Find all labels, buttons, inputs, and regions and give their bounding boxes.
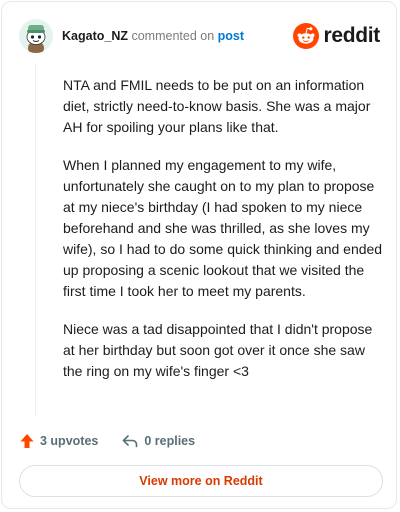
post-link[interactable]: post [218,29,244,43]
upvote-arrow-icon [20,434,34,448]
comment-header: Kagato_NZ commented on post reddit [19,19,380,53]
reddit-wordmark: reddit [323,24,380,47]
thread-line [35,64,36,416]
comment-author[interactable]: Kagato_NZ [62,29,128,43]
comment-action-text: commented on [131,29,215,43]
comment-byline: Kagato_NZ commented on post [62,28,244,44]
reddit-logo-icon [293,23,320,49]
comment-paragraph: Niece was a tad disappointed that I didn… [63,321,373,379]
comment-footer: 3 upvotes 0 replies [20,431,195,451]
replies-count: 0 replies [144,434,196,448]
comment-embed-card: Kagato_NZ commented on post reddit NTA a… [1,1,397,509]
reply-arrow-icon [123,435,138,448]
upvotes-count: 3 upvotes [40,434,99,448]
avatar[interactable] [19,19,53,53]
comment-paragraph: When I planned my engagement to my wife,… [63,157,383,299]
view-more-label: View more on Reddit [139,474,263,488]
snoo-avatar-icon [19,19,53,53]
view-more-button[interactable]: View more on Reddit [19,465,383,497]
comment-body: NTA and FMIL needs to be put on an infor… [63,75,383,399]
replies-button[interactable]: 0 replies [122,434,195,448]
comment-paragraph: NTA and FMIL needs to be put on an infor… [63,77,371,135]
upvotes-button[interactable]: 3 upvotes [20,433,98,449]
reddit-logo[interactable]: reddit [293,22,380,50]
